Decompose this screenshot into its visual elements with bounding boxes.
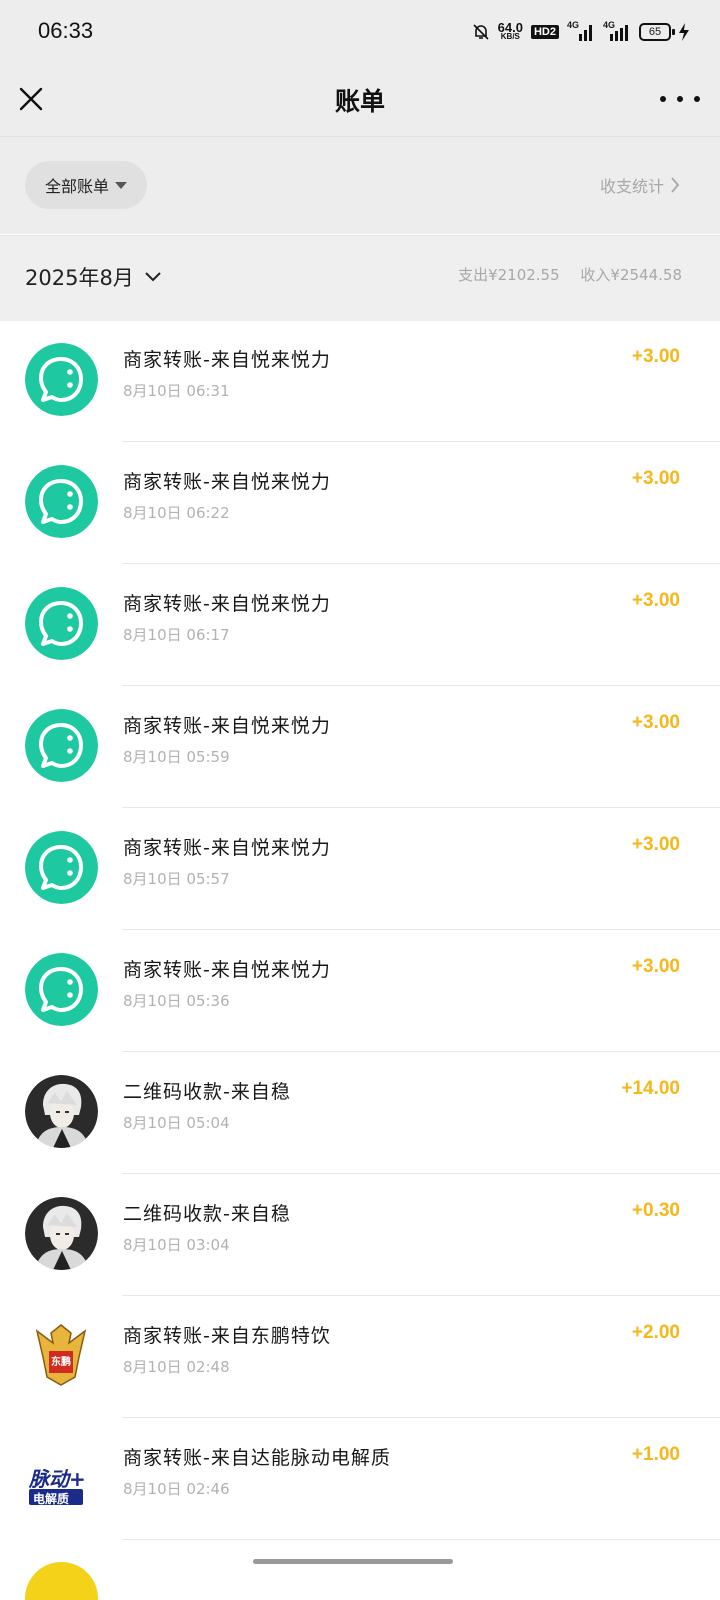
month-selector[interactable]: 2025年8月 [25, 262, 162, 292]
transaction-row[interactable]: 二维码收款-来自稳 8月10日 03:04 +0.30 [0, 1174, 720, 1296]
transaction-title: 商家转账-来自悦来悦力 [123, 959, 331, 981]
transaction-amount: +3.00 [631, 712, 680, 733]
charging-icon [679, 23, 689, 41]
merchant-chat-icon [25, 831, 98, 904]
transaction-amount: +0.30 [631, 1200, 680, 1221]
net-speed: 64.0 KB/S [497, 20, 523, 41]
transaction-row[interactable]: 商家转账-来自悦来悦力 8月10日 06:31 +3.00 [0, 320, 720, 442]
month-header: 2025年8月 支出¥2102.55 收入¥2544.58 [0, 235, 720, 321]
chevron-down-icon [145, 272, 161, 282]
transaction-title: 商家转账-来自悦来悦力 [123, 837, 331, 859]
expense-total: 支出¥2102.55 [458, 266, 560, 284]
hd-badge: HD2 [530, 25, 559, 39]
nav-bar: 账单 [0, 62, 720, 137]
transaction-title: 商家转账-来自悦来悦力 [123, 349, 331, 371]
month-label: 2025年8月 [25, 266, 134, 290]
transaction-time: 8月10日 03:04 [123, 1236, 230, 1254]
transaction-time: 8月10日 05:04 [123, 1114, 230, 1132]
transaction-title: 商家转账-来自东鹏特饮 [123, 1325, 331, 1347]
transaction-amount: +3.00 [631, 346, 680, 367]
transaction-title: 商家转账-来自悦来悦力 [123, 715, 331, 737]
logo-text: 东鹏 [51, 1357, 71, 1368]
transaction-amount: +3.00 [631, 468, 680, 489]
partial-list-item [0, 1540, 720, 1600]
more-button[interactable] [660, 86, 700, 112]
status-time: 06:33 [38, 18, 94, 43]
merchant-chat-icon [25, 709, 98, 782]
filter-bar: 全部账单 收支统计 [0, 137, 720, 234]
status-icons: 64.0 KB/S HD2 4G 4G 65 [472, 20, 690, 44]
transaction-amount: +3.00 [631, 834, 680, 855]
merchant-chat-icon [25, 343, 98, 416]
logo-text: 脉动+ [29, 1467, 86, 1491]
dropdown-triangle-icon [115, 181, 127, 189]
logo-text: 电解质 [33, 1492, 70, 1506]
dongpeng-logo: 东鹏 [25, 1319, 98, 1392]
transaction-row[interactable]: 东鹏 商家转账-来自东鹏特饮 8月10日 02:48 +2.00 [0, 1296, 720, 1418]
transaction-title: 商家转账-来自悦来悦力 [123, 471, 331, 493]
transaction-amount: +2.00 [631, 1322, 680, 1343]
more-dot-icon [677, 96, 683, 102]
merchant-chat-icon [25, 587, 98, 660]
transaction-title: 二维码收款-来自稳 [123, 1081, 291, 1103]
page-title: 账单 [334, 87, 385, 116]
transaction-time: 8月10日 06:17 [123, 626, 230, 644]
transaction-list: 商家转账-来自悦来悦力 8月10日 06:31 +3.00 商家转账-来自悦来悦力 8… [0, 320, 720, 1540]
signal-1-icon: 4G [567, 20, 595, 42]
battery-icon: 65 [639, 23, 690, 41]
transaction-amount: +1.00 [631, 1444, 680, 1465]
merchant-chat-icon [25, 465, 98, 538]
home-indicator[interactable] [253, 1559, 453, 1564]
transaction-row[interactable]: 商家转账-来自悦来悦力 8月10日 05:36 +3.00 [0, 930, 720, 1052]
transaction-title: 二维码收款-来自稳 [123, 1203, 291, 1225]
transaction-title: 商家转账-来自悦来悦力 [123, 593, 331, 615]
more-dot-icon [694, 96, 700, 102]
partial-avatar [25, 1562, 98, 1600]
month-totals: 支出¥2102.55 收入¥2544.58 [458, 264, 682, 285]
mizone-logo: 脉动+ 电解质 [25, 1441, 98, 1514]
status-bar: 06:33 64.0 KB/S HD2 4G 4G 65 [0, 0, 720, 62]
stats-link[interactable]: 收支统计 [600, 173, 680, 197]
transaction-time: 8月10日 06:22 [123, 504, 230, 522]
transaction-row[interactable]: 商家转账-来自悦来悦力 8月10日 06:22 +3.00 [0, 442, 720, 564]
user-avatar [25, 1075, 98, 1148]
transaction-time: 8月10日 02:48 [123, 1358, 230, 1376]
merchant-chat-icon [25, 953, 98, 1026]
transaction-amount: +14.00 [621, 1078, 680, 1099]
transaction-row[interactable]: 二维码收款-来自稳 8月10日 05:04 +14.00 [0, 1052, 720, 1174]
signal-2-icon: 4G [603, 20, 631, 42]
chevron-right-icon [671, 177, 680, 193]
transaction-time: 8月10日 06:31 [123, 382, 230, 400]
transaction-row[interactable]: 脉动+ 电解质 商家转账-来自达能脉动电解质 8月10日 02:46 +1.00 [0, 1418, 720, 1540]
transaction-row[interactable]: 商家转账-来自悦来悦力 8月10日 05:59 +3.00 [0, 686, 720, 808]
transaction-time: 8月10日 05:59 [123, 748, 230, 766]
transaction-time: 8月10日 02:46 [123, 1480, 230, 1498]
stats-link-label: 收支统计 [599, 177, 664, 196]
transaction-title: 商家转账-来自达能脉动电解质 [123, 1447, 391, 1469]
more-dot-icon [660, 96, 666, 102]
mute-bell-icon [473, 24, 489, 40]
transaction-row[interactable]: 商家转账-来自悦来悦力 8月10日 06:17 +3.00 [0, 564, 720, 686]
user-avatar [25, 1197, 98, 1270]
income-total: 收入¥2544.58 [580, 266, 682, 284]
filter-chip-label: 全部账单 [44, 177, 109, 196]
transaction-row[interactable]: 商家转账-来自悦来悦力 8月10日 05:57 +3.00 [0, 808, 720, 930]
transaction-time: 8月10日 05:57 [123, 870, 230, 888]
transaction-time: 8月10日 05:36 [123, 992, 230, 1010]
transaction-amount: +3.00 [631, 956, 680, 977]
bill-type-filter-button[interactable]: 全部账单 [25, 161, 147, 209]
transaction-amount: +3.00 [631, 590, 680, 611]
